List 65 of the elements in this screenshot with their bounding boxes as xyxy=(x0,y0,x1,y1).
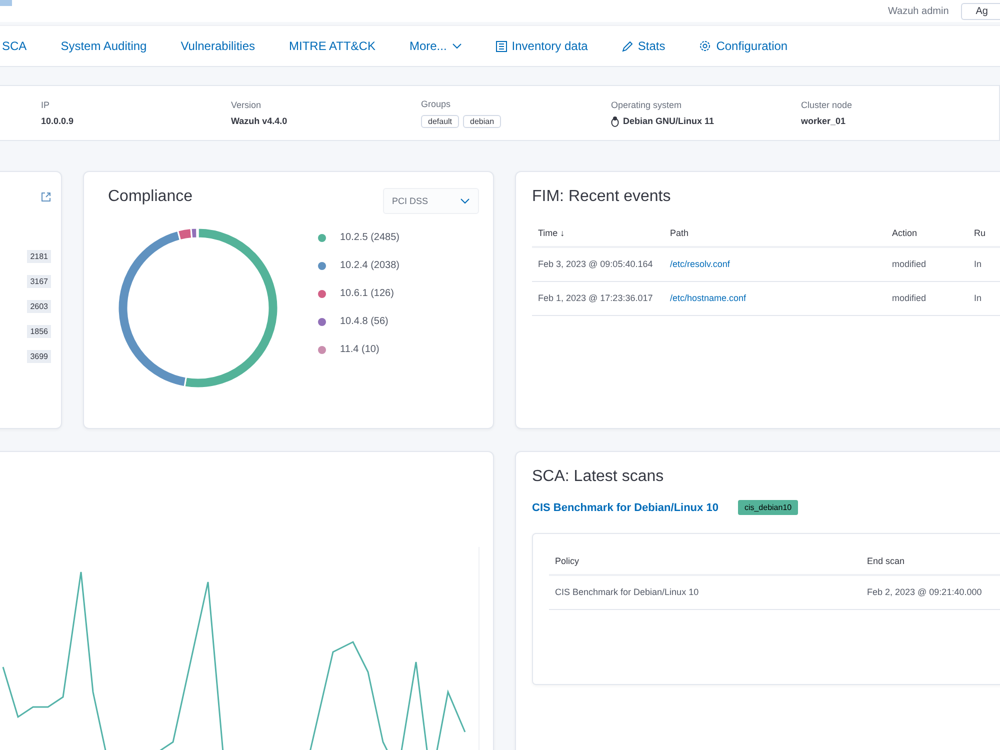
nav-tab[interactable]: Inventory data xyxy=(478,39,605,53)
column-header[interactable]: Ru xyxy=(968,220,1000,247)
legend-label[interactable]: 10.2.4 (2038) xyxy=(340,260,400,271)
nav-tab[interactable]: SCA xyxy=(0,39,44,53)
column-header[interactable]: Action xyxy=(886,220,968,247)
nav-tab[interactable]: Configuration xyxy=(682,39,805,53)
column-header[interactable]: Policy xyxy=(549,548,861,575)
legend-label[interactable]: 10.4.8 (56) xyxy=(340,316,388,327)
field-label: Version xyxy=(231,100,262,110)
legend-dot xyxy=(318,234,326,242)
field-value: 10.0.0.9 xyxy=(41,116,74,126)
table-cell: In xyxy=(968,281,1000,315)
gear-icon xyxy=(699,40,712,52)
nav-tab[interactable]: Stats xyxy=(604,39,682,53)
table-cell: modified xyxy=(886,281,968,315)
penguin-icon xyxy=(611,116,619,126)
table-cell: In xyxy=(968,247,1000,281)
legend-label[interactable]: 10.6.1 (126) xyxy=(340,288,394,299)
table-cell: CIS Benchmark for Debian/Linux 10 xyxy=(549,575,861,609)
list-icon xyxy=(496,40,507,52)
nav-tab[interactable]: System Auditing xyxy=(44,39,164,53)
caret-icon xyxy=(460,198,470,204)
field-value: Debian GNU/Linux 11 xyxy=(623,116,714,126)
table-cell: Feb 2, 2023 @ 09:21:40.000 xyxy=(861,575,1000,609)
caret-icon xyxy=(452,43,462,49)
field-value: worker_01 xyxy=(801,116,846,126)
count-badge: 3167 xyxy=(27,275,51,288)
legend-dot xyxy=(318,318,326,326)
legend-label[interactable]: 11.4 (10) xyxy=(340,344,380,355)
count-badge: 2181 xyxy=(27,250,51,263)
column-header[interactable]: Path xyxy=(664,220,886,247)
table-cell: Feb 1, 2023 @ 17:23:36.017 xyxy=(532,281,664,315)
count-badge: 1856 xyxy=(27,325,51,338)
field-label: Cluster node xyxy=(801,100,854,110)
field-value: Wazuh v4.4.0 xyxy=(231,116,288,126)
compliance-select[interactable]: PCI DSS xyxy=(383,188,479,214)
external-link-icon[interactable] xyxy=(41,192,51,202)
card-title: SCA: Latest scans xyxy=(532,468,664,485)
legend-dot xyxy=(318,262,326,270)
count-badge: 2603 xyxy=(27,300,51,313)
legend-label[interactable]: 10.2.5 (2485) xyxy=(340,232,400,243)
column-header[interactable]: End scan xyxy=(861,548,1000,575)
policy-badge: cis_debian10 xyxy=(738,500,798,515)
agents-button[interactable]: Ag xyxy=(960,2,1000,20)
legend-dot xyxy=(318,290,326,298)
group-tag[interactable]: debian xyxy=(463,114,502,128)
user-name[interactable]: Wazuh admin xyxy=(888,6,949,16)
nav-tab[interactable]: MITRE ATT&CK xyxy=(272,39,392,53)
table-cell: modified xyxy=(886,247,968,281)
count-badge: 3699 xyxy=(27,350,51,363)
legend-dot xyxy=(318,346,326,354)
group-tag[interactable]: default xyxy=(421,114,460,128)
field-label: IP xyxy=(41,100,51,110)
path-link[interactable]: /etc/hostname.conf xyxy=(664,281,886,315)
policy-link[interactable]: CIS Benchmark for Debian/Linux 10 xyxy=(532,502,718,514)
pencil-icon xyxy=(622,40,633,52)
column-header[interactable]: Time ↓ xyxy=(532,220,664,247)
path-link[interactable]: /etc/resolv.conf xyxy=(664,247,886,281)
nav-tab[interactable]: Vulnerabilities xyxy=(164,39,272,53)
nav-tab[interactable]: More... xyxy=(392,39,479,53)
card-title: FIM: Recent events xyxy=(532,188,671,205)
table-cell: Feb 3, 2023 @ 09:05:40.164 xyxy=(532,247,664,281)
field-label: Groups xyxy=(421,98,452,108)
field-label: Operating system xyxy=(611,100,683,110)
card-title: Compliance xyxy=(108,188,192,206)
